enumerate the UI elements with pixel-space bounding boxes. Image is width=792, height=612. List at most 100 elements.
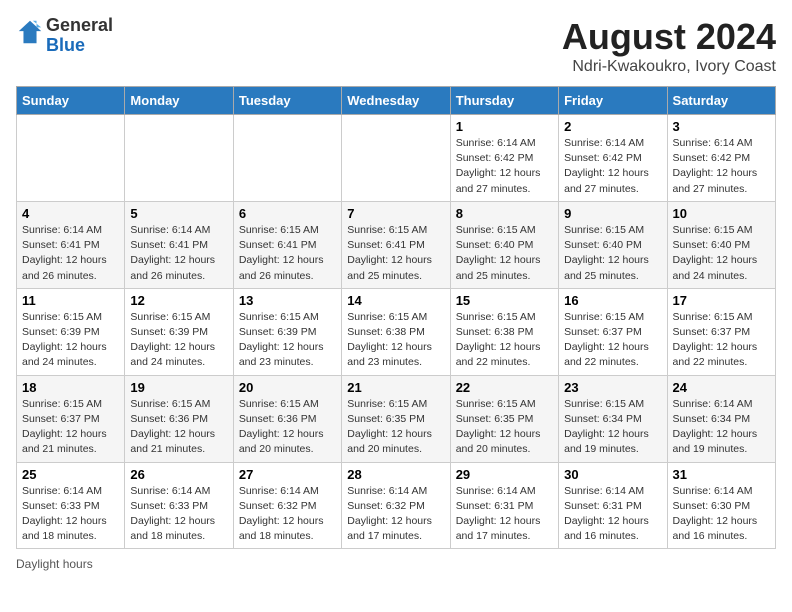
calendar-day-cell: 27 Sunrise: 6:14 AM Sunset: 6:32 PM Dayli…	[233, 462, 341, 549]
calendar-day-cell	[17, 115, 125, 202]
calendar-day-cell: 25 Sunrise: 6:14 AM Sunset: 6:33 PM Dayli…	[17, 462, 125, 549]
calendar-col-header: Sunday	[17, 87, 125, 115]
calendar-week-row: 25 Sunrise: 6:14 AM Sunset: 6:33 PM Dayli…	[17, 462, 776, 549]
month-year: August 2024	[562, 16, 776, 58]
day-detail: Sunrise: 6:15 AM Sunset: 6:38 PM Dayligh…	[347, 310, 444, 371]
calendar-day-cell	[342, 115, 450, 202]
day-number: 12	[130, 293, 227, 308]
day-detail: Sunrise: 6:15 AM Sunset: 6:37 PM Dayligh…	[22, 397, 119, 458]
title-block: August 2024 Ndri-Kwakoukro, Ivory Coast	[562, 16, 776, 76]
day-detail: Sunrise: 6:15 AM Sunset: 6:37 PM Dayligh…	[564, 310, 661, 371]
calendar-day-cell: 7Sunrise: 6:15 AM Sunset: 6:41 PM Daylig…	[342, 201, 450, 288]
calendar-col-header: Monday	[125, 87, 233, 115]
day-detail: Sunrise: 6:15 AM Sunset: 6:39 PM Dayligh…	[130, 310, 227, 371]
calendar-day-cell: 20Sunrise: 6:15 AM Sunset: 6:36 PM Dayli…	[233, 375, 341, 462]
calendar-day-cell: 23Sunrise: 6:15 AM Sunset: 6:34 PM Dayli…	[559, 375, 667, 462]
calendar-day-cell: 15Sunrise: 6:15 AM Sunset: 6:38 PM Dayli…	[450, 288, 558, 375]
day-number: 22	[456, 380, 553, 395]
calendar-day-cell: 29 Sunrise: 6:14 AM Sunset: 6:31 PM Dayli…	[450, 462, 558, 549]
day-number: 13	[239, 293, 336, 308]
day-detail: Sunrise: 6:15 AM Sunset: 6:36 PM Dayligh…	[130, 397, 227, 458]
calendar-col-header: Wednesday	[342, 87, 450, 115]
calendar-day-cell: 31Sunrise: 6:14 AM Sunset: 6:30 PM Dayli…	[667, 462, 775, 549]
calendar-day-cell: 19 Sunrise: 6:15 AM Sunset: 6:36 PM Dayli…	[125, 375, 233, 462]
day-detail: Sunrise: 6:15 AM Sunset: 6:34 PM Dayligh…	[564, 397, 661, 458]
calendar-col-header: Tuesday	[233, 87, 341, 115]
day-number: 29	[456, 467, 553, 482]
day-detail: Sunrise: 6:14 AM Sunset: 6:33 PM Dayligh…	[22, 484, 119, 545]
calendar-day-cell: 30 Sunrise: 6:14 AM Sunset: 6:31 PM Dayli…	[559, 462, 667, 549]
day-number: 19	[130, 380, 227, 395]
page-header: General Blue August 2024 Ndri-Kwakoukro,…	[16, 16, 776, 76]
calendar-day-cell: 12 Sunrise: 6:15 AM Sunset: 6:39 PM Dayli…	[125, 288, 233, 375]
calendar-day-cell: 10 Sunrise: 6:15 AM Sunset: 6:40 PM Dayli…	[667, 201, 775, 288]
day-number: 16	[564, 293, 661, 308]
calendar-day-cell: 5 Sunrise: 6:14 AM Sunset: 6:41 PM Daylig…	[125, 201, 233, 288]
day-number: 4	[22, 206, 119, 221]
day-detail: Sunrise: 6:15 AM Sunset: 6:37 PM Dayligh…	[673, 310, 770, 371]
day-detail: Sunrise: 6:14 AM Sunset: 6:41 PM Dayligh…	[130, 223, 227, 284]
day-number: 6	[239, 206, 336, 221]
calendar-day-cell: 14 Sunrise: 6:15 AM Sunset: 6:38 PM Dayli…	[342, 288, 450, 375]
calendar-col-header: Thursday	[450, 87, 558, 115]
calendar-day-cell: 9 Sunrise: 6:15 AM Sunset: 6:40 PM Daylig…	[559, 201, 667, 288]
day-number: 7	[347, 206, 444, 221]
calendar-week-row: 1 Sunrise: 6:14 AM Sunset: 6:42 PM Daylig…	[17, 115, 776, 202]
calendar-week-row: 18 Sunrise: 6:15 AM Sunset: 6:37 PM Dayli…	[17, 375, 776, 462]
day-detail: Sunrise: 6:15 AM Sunset: 6:40 PM Dayligh…	[564, 223, 661, 284]
day-number: 8	[456, 206, 553, 221]
logo: General Blue	[16, 16, 113, 56]
calendar-header-row: SundayMondayTuesdayWednesdayThursdayFrid…	[17, 87, 776, 115]
day-number: 10	[673, 206, 770, 221]
day-number: 20	[239, 380, 336, 395]
calendar-day-cell: 22 Sunrise: 6:15 AM Sunset: 6:35 PM Dayli…	[450, 375, 558, 462]
day-detail: Sunrise: 6:14 AM Sunset: 6:30 PM Dayligh…	[673, 484, 770, 545]
day-detail: Sunrise: 6:14 AM Sunset: 6:31 PM Dayligh…	[456, 484, 553, 545]
calendar-day-cell: 8 Sunrise: 6:15 AM Sunset: 6:40 PM Daylig…	[450, 201, 558, 288]
day-detail: Sunrise: 6:15 AM Sunset: 6:40 PM Dayligh…	[673, 223, 770, 284]
calendar-day-cell: 2 Sunrise: 6:14 AM Sunset: 6:42 PM Daylig…	[559, 115, 667, 202]
calendar-day-cell: 18 Sunrise: 6:15 AM Sunset: 6:37 PM Dayli…	[17, 375, 125, 462]
day-number: 9	[564, 206, 661, 221]
day-number: 25	[22, 467, 119, 482]
calendar-day-cell	[125, 115, 233, 202]
day-detail: Sunrise: 6:15 AM Sunset: 6:41 PM Dayligh…	[239, 223, 336, 284]
day-detail: Sunrise: 6:14 AM Sunset: 6:41 PM Dayligh…	[22, 223, 119, 284]
location: Ndri-Kwakoukro, Ivory Coast	[562, 58, 776, 76]
calendar-day-cell: 16 Sunrise: 6:15 AM Sunset: 6:37 PM Dayli…	[559, 288, 667, 375]
calendar-day-cell: 4 Sunrise: 6:14 AM Sunset: 6:41 PM Daylig…	[17, 201, 125, 288]
day-number: 26	[130, 467, 227, 482]
day-detail: Sunrise: 6:15 AM Sunset: 6:40 PM Dayligh…	[456, 223, 553, 284]
calendar-day-cell: 13 Sunrise: 6:15 AM Sunset: 6:39 PM Dayli…	[233, 288, 341, 375]
day-number: 1	[456, 119, 553, 134]
day-detail: Sunrise: 6:14 AM Sunset: 6:33 PM Dayligh…	[130, 484, 227, 545]
calendar-day-cell: 24Sunrise: 6:14 AM Sunset: 6:34 PM Dayli…	[667, 375, 775, 462]
calendar-week-row: 11Sunrise: 6:15 AM Sunset: 6:39 PM Dayli…	[17, 288, 776, 375]
day-detail: Sunrise: 6:15 AM Sunset: 6:35 PM Dayligh…	[456, 397, 553, 458]
day-detail: Sunrise: 6:14 AM Sunset: 6:32 PM Dayligh…	[347, 484, 444, 545]
calendar-day-cell: 11Sunrise: 6:15 AM Sunset: 6:39 PM Dayli…	[17, 288, 125, 375]
day-detail: Sunrise: 6:14 AM Sunset: 6:32 PM Dayligh…	[239, 484, 336, 545]
day-number: 14	[347, 293, 444, 308]
day-number: 5	[130, 206, 227, 221]
day-number: 21	[347, 380, 444, 395]
day-number: 18	[22, 380, 119, 395]
day-detail: Sunrise: 6:15 AM Sunset: 6:39 PM Dayligh…	[22, 310, 119, 371]
day-number: 17	[673, 293, 770, 308]
calendar-day-cell	[233, 115, 341, 202]
day-number: 27	[239, 467, 336, 482]
calendar-day-cell: 26 Sunrise: 6:14 AM Sunset: 6:33 PM Dayli…	[125, 462, 233, 549]
footer-note: Daylight hours	[16, 557, 776, 571]
day-detail: Sunrise: 6:14 AM Sunset: 6:42 PM Dayligh…	[564, 136, 661, 197]
day-detail: Sunrise: 6:15 AM Sunset: 6:39 PM Dayligh…	[239, 310, 336, 371]
day-number: 28	[347, 467, 444, 482]
calendar-day-cell: 3Sunrise: 6:14 AM Sunset: 6:42 PM Daylig…	[667, 115, 775, 202]
day-number: 15	[456, 293, 553, 308]
logo-text: General Blue	[46, 16, 113, 56]
calendar-day-cell: 21Sunrise: 6:15 AM Sunset: 6:35 PM Dayli…	[342, 375, 450, 462]
day-detail: Sunrise: 6:14 AM Sunset: 6:42 PM Dayligh…	[673, 136, 770, 197]
day-detail: Sunrise: 6:14 AM Sunset: 6:31 PM Dayligh…	[564, 484, 661, 545]
calendar-week-row: 4 Sunrise: 6:14 AM Sunset: 6:41 PM Daylig…	[17, 201, 776, 288]
day-number: 2	[564, 119, 661, 134]
day-number: 30	[564, 467, 661, 482]
